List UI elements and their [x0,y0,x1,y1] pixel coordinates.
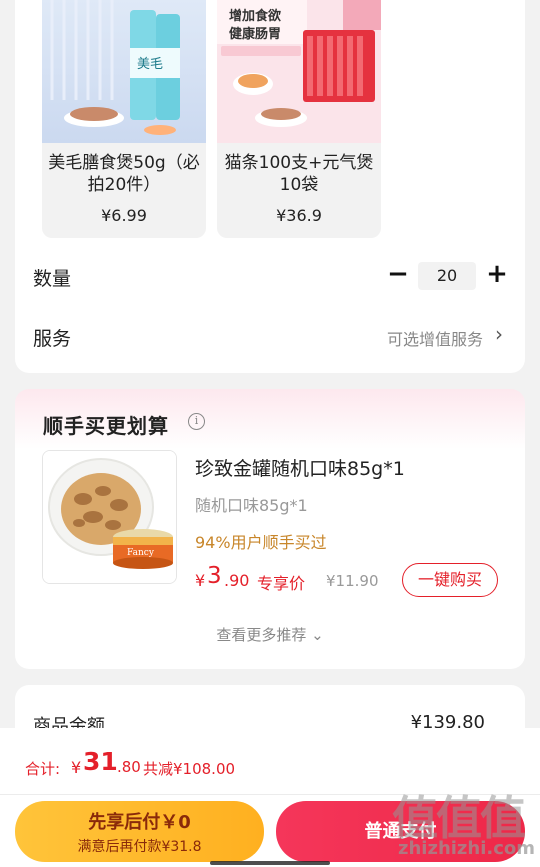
recommend-social-proof: 94%用户顺手买过 [195,533,327,552]
recommend-product-spec: 随机口味85g*1 [195,496,308,515]
quantity-label: 数量 [33,268,72,290]
pay-later-subtitle: 满意后再付款¥31.8 [77,839,202,855]
recommend-price-integer: 3 [207,563,222,589]
chevron-right-icon[interactable]: › [495,322,503,346]
more-recommend-link[interactable]: 查看更多推荐 ⌄ [15,624,525,645]
total-label: 合计: [25,760,61,778]
recommend-product-image[interactable]: Fancy [42,450,177,584]
home-indicator[interactable] [210,861,330,865]
svg-text:Fancy: Fancy [127,548,155,558]
one-click-buy-button[interactable]: 一键购买 [402,563,498,597]
watermark: 值值值 zhizhizhi.com [392,782,535,862]
quantity-decrease-button[interactable]: − [385,261,411,288]
checkout-bar: 合计: ¥ 31 .80 共减¥108.00 先享后付￥0 满意后再付款¥31.… [0,728,540,867]
recommend-panel: 顺手买更划算 i Fancy 珍致金罐随机口味85g*1 随机口味85g*1 9… [15,389,525,669]
option-name-1: 美毛膳食煲50g（必拍20件） [48,153,200,195]
service-label: 服务 [33,328,72,350]
option-price-1: ¥6.99 [101,206,147,225]
option-image-2: 增加食欲 健康肠胃 [217,0,381,143]
service-hint[interactable]: 可选增值服务 [387,326,483,350]
quantity-increase-button[interactable]: + [484,261,510,288]
sku-options-panel: 美毛 美毛膳食煲50g（必拍20件） ¥6.99 增加食欲 健康肠胃 猫条100… [15,0,525,373]
recommend-price-tag: 专享价 [257,574,306,593]
recommend-price-decimal: .90 [224,571,250,590]
svg-text:健康肠胃: 健康肠胃 [229,26,281,42]
pay-later-button[interactable]: 先享后付￥0 满意后再付款¥31.8 [15,801,264,862]
option-card-1[interactable]: 美毛 美毛膳食煲50g（必拍20件） ¥6.99 [42,0,206,238]
total-integer: 31 [83,747,118,776]
watermark-site: zhizhizhi.com [398,838,536,859]
recommend-title: 顺手买更划算 [43,414,169,438]
recommend-price-symbol: ¥ [195,571,206,590]
option-image-1-label: 美毛 [137,57,163,72]
recommend-product-name[interactable]: 珍致金罐随机口味85g*1 [195,454,405,481]
quantity-input[interactable]: 20 [418,262,476,290]
svg-text:增加食欲: 增加食欲 [229,8,281,24]
option-image-1: 美毛 [42,0,206,143]
option-name-2: 猫条100支+元气煲10袋 [224,153,374,195]
option-price-2: ¥36.9 [276,206,322,225]
total-symbol: ¥ [71,758,82,777]
option-card-2[interactable]: 增加食欲 健康肠胃 猫条100支+元气煲10袋 ¥36.9 [217,0,381,238]
total-discount: 共减¥108.00 [143,760,236,778]
info-icon[interactable]: i [188,413,205,430]
pay-later-title: 先享后付￥0 [88,812,191,833]
recommend-original-price: ¥11.90 [326,572,379,590]
total-decimal: .80 [117,758,141,776]
